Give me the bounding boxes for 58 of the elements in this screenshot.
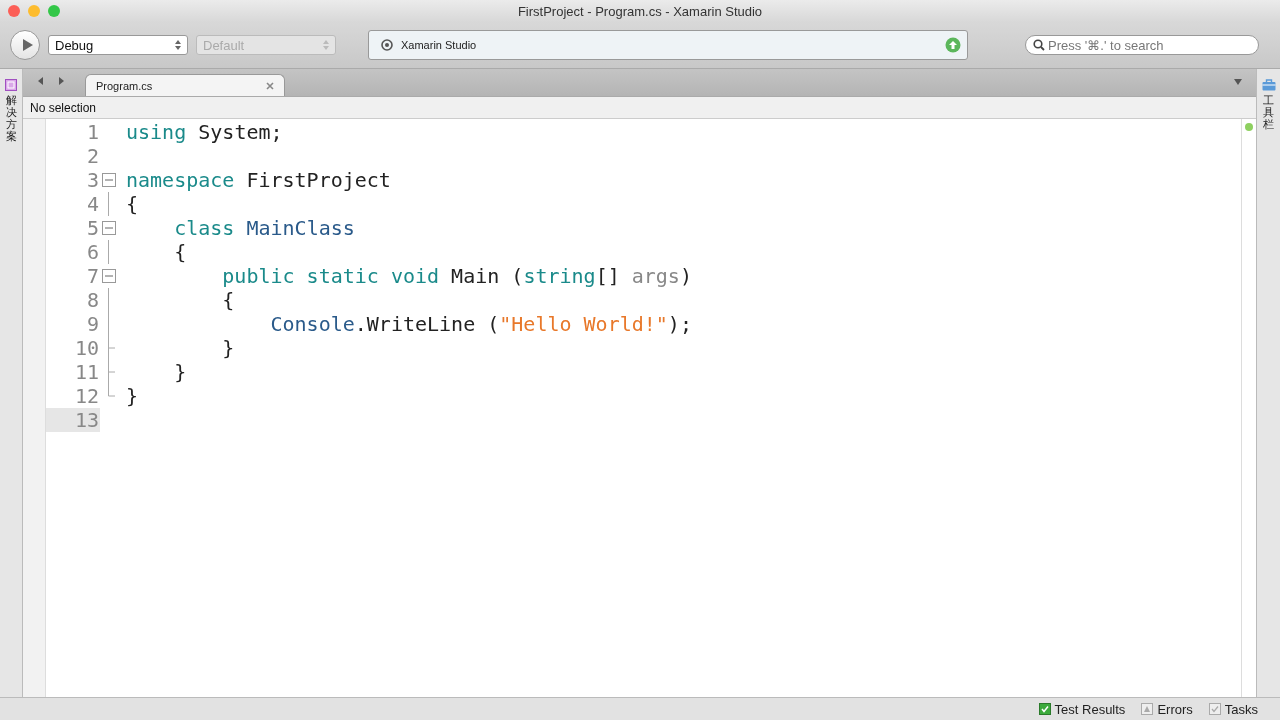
line-number: 1 [85,120,100,144]
line-number: 11 [73,360,100,384]
check-icon [1038,703,1051,715]
toolbox-icon [1261,79,1276,91]
line-number: 9 [85,312,100,336]
warning-triangle-icon [1141,703,1154,715]
line-number: 6 [85,240,100,264]
code-line: using System; [126,120,283,144]
code-line: class MainClass [173,216,355,240]
line-number: 12 [73,384,100,408]
up-arrow-circle-icon [945,37,961,53]
back-arrow-icon[interactable] [37,76,45,86]
forward-arrow-icon[interactable] [57,76,65,86]
toolbox-pad-tab[interactable]: 工具栏 [1263,94,1274,131]
line-number: 2 [85,144,100,168]
line-number: 5 [85,216,100,240]
fold-guide-line [108,192,109,216]
code-line: Console.WriteLine ("Hello World!"); [269,312,692,336]
solution-pad-tab[interactable]: 解决方案 [5,94,17,143]
breadcrumb-text: No selection [30,100,97,115]
line-number: 8 [85,288,100,312]
code-line: namespace FirstProject [126,168,391,192]
configuration-dropdown[interactable]: Debug [48,35,188,55]
code-line: } [126,384,139,408]
zoom-window-button[interactable] [48,5,60,17]
status-dot-icon [1245,123,1253,131]
fold-minus-icon[interactable] [102,269,116,283]
line-number: 4 [85,192,100,216]
line-number: 7 [85,264,100,288]
line-number: 13 [46,408,100,432]
document-tab[interactable]: Program.cs [85,74,285,96]
line-number: 3 [85,168,100,192]
updown-arrows-icon [323,40,329,50]
status-text: Xamarin Studio [401,39,478,51]
close-window-button[interactable] [8,5,20,17]
fold-minus-icon[interactable] [102,173,116,187]
close-icon[interactable] [266,81,274,90]
search-field[interactable]: Press '⌘.' to search [1025,35,1259,55]
line-number: 10 [73,336,100,360]
dropdown-triangle-icon[interactable] [1234,79,1242,85]
search-icon [1033,39,1045,51]
code-line: { [173,240,187,264]
solution-pad-icon [5,79,17,91]
code-line: public static void Main (string[] args) [221,264,692,288]
status-bar-button[interactable]: Errors [1141,701,1193,717]
updown-arrows-icon [175,40,181,50]
code-line: } [221,336,235,360]
status-bar-button[interactable]: Tasks [1208,701,1258,717]
check-icon [1208,703,1221,715]
window-title: FirstProject - Program.cs - Xamarin Studio [517,3,763,19]
fold-minus-icon[interactable] [102,221,116,235]
fold-guide-line [108,240,109,264]
target-circle-icon [381,39,393,51]
code-line: { [221,288,235,312]
code-line: } [173,360,187,384]
code-line: { [126,192,139,216]
run-button[interactable] [10,30,40,60]
status-bar-button[interactable]: Test Results [1038,701,1126,717]
